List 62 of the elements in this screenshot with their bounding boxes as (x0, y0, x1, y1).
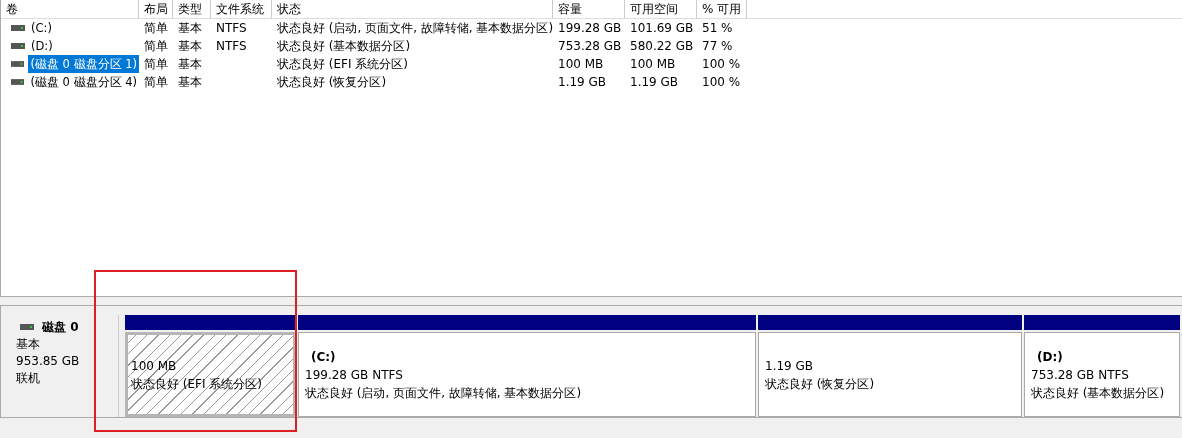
table-cell-text: 状态良好 (启动, 页面文件, 故障转储, 基本数据分区) (277, 20, 554, 37)
table-cell-text: 100 MB (630, 56, 676, 73)
disk-state: 联机 (16, 369, 41, 386)
table-cell-text: 1.19 GB (558, 74, 607, 91)
volume-name[interactable]: (磁盘 0 磁盘分区 1) (28, 55, 139, 73)
table-cell-text: 580.22 GB (630, 38, 694, 55)
column-header[interactable]: 可用空间 (625, 0, 697, 19)
pane-splitter[interactable] (0, 295, 1182, 306)
table-cell-text: 状态良好 (恢复分区) (277, 74, 387, 91)
disk-type: 基本 (16, 335, 41, 352)
partition-size: 753.28 GB NTFS (1031, 366, 1130, 383)
table-cell-text: 简单 (144, 20, 168, 37)
partition-block[interactable]: (C:) 199.28 GB NTFS 状态良好 (启动, 页面文件, 故障转储, 基本数据分区) (298, 331, 756, 418)
table-cell-text: 100 % (702, 56, 741, 73)
drive-icon (11, 60, 25, 68)
partition-status: 状态良好 (恢复分区) (765, 375, 876, 392)
table-cell-text: 100 MB (558, 56, 604, 73)
drive-icon (11, 78, 25, 86)
table-cell-text: 简单 (144, 74, 168, 91)
table-cell-text: 基本 (178, 74, 202, 91)
partition-size: 199.28 GB NTFS (305, 366, 404, 383)
table-cell-text: 199.28 GB (558, 20, 622, 37)
table-cell-text: NTFS (216, 20, 247, 37)
table-cell-text: 基本 (178, 20, 202, 37)
table-cell-text: 101.69 GB (630, 20, 694, 37)
column-header[interactable]: 文件系统 (211, 0, 272, 19)
disk-name: 磁盘 0 (42, 318, 79, 335)
disk-size: 953.85 GB (16, 352, 81, 369)
partition-size: 100 MB (131, 357, 178, 374)
table-cell-text: NTFS (216, 38, 247, 55)
partition-size: 1.19 GB (765, 357, 815, 374)
drive-icon (20, 322, 34, 331)
table-cell-text: 状态良好 (基本数据分区) (277, 38, 411, 55)
partition-block[interactable]: 1.19 GB 状态良好 (恢复分区) (758, 331, 1022, 418)
volume-name[interactable]: (D:) (29, 37, 55, 55)
partition-block[interactable]: (D:) 753.28 GB NTFS 状态良好 (基本数据分区) (1024, 331, 1180, 418)
column-header[interactable]: 容量 (553, 0, 625, 19)
partition-status: 状态良好 (EFI 系统分区) (131, 375, 263, 392)
table-cell-text: 77 % (702, 38, 733, 55)
column-header[interactable]: 卷 (1, 0, 139, 19)
volume-name[interactable]: (C:) (29, 19, 54, 37)
table-cell-text: 基本 (178, 38, 202, 55)
column-header[interactable]: 状态 (272, 0, 553, 19)
column-header[interactable]: 类型 (173, 0, 211, 19)
partition-label: (C:) (311, 348, 337, 365)
table-cell-text: 51 % (702, 20, 733, 37)
partition-block[interactable]: 100 MB 状态良好 (EFI 系统分区) (125, 331, 296, 418)
volume-name[interactable]: (磁盘 0 磁盘分区 4) (28, 73, 139, 91)
table-cell-text: 简单 (144, 56, 168, 73)
partition-label: (D:) (1037, 348, 1064, 365)
table-cell-text: 简单 (144, 38, 168, 55)
table-cell-text: 753.28 GB (558, 38, 622, 55)
table-cell-text: 1.19 GB (630, 74, 679, 91)
table-cell-text: 状态良好 (EFI 系统分区) (277, 56, 408, 73)
partition-status: 状态良好 (启动, 页面文件, 故障转储, 基本数据分区) (305, 384, 583, 401)
table-cell-text: 100 % (702, 74, 741, 91)
partition-status: 状态良好 (基本数据分区) (1031, 384, 1166, 401)
column-header[interactable]: 布局 (139, 0, 173, 19)
drive-icon (11, 42, 25, 50)
column-header[interactable]: % 可用 (697, 0, 747, 19)
drive-icon (11, 24, 25, 32)
table-cell-text: 基本 (178, 56, 202, 73)
